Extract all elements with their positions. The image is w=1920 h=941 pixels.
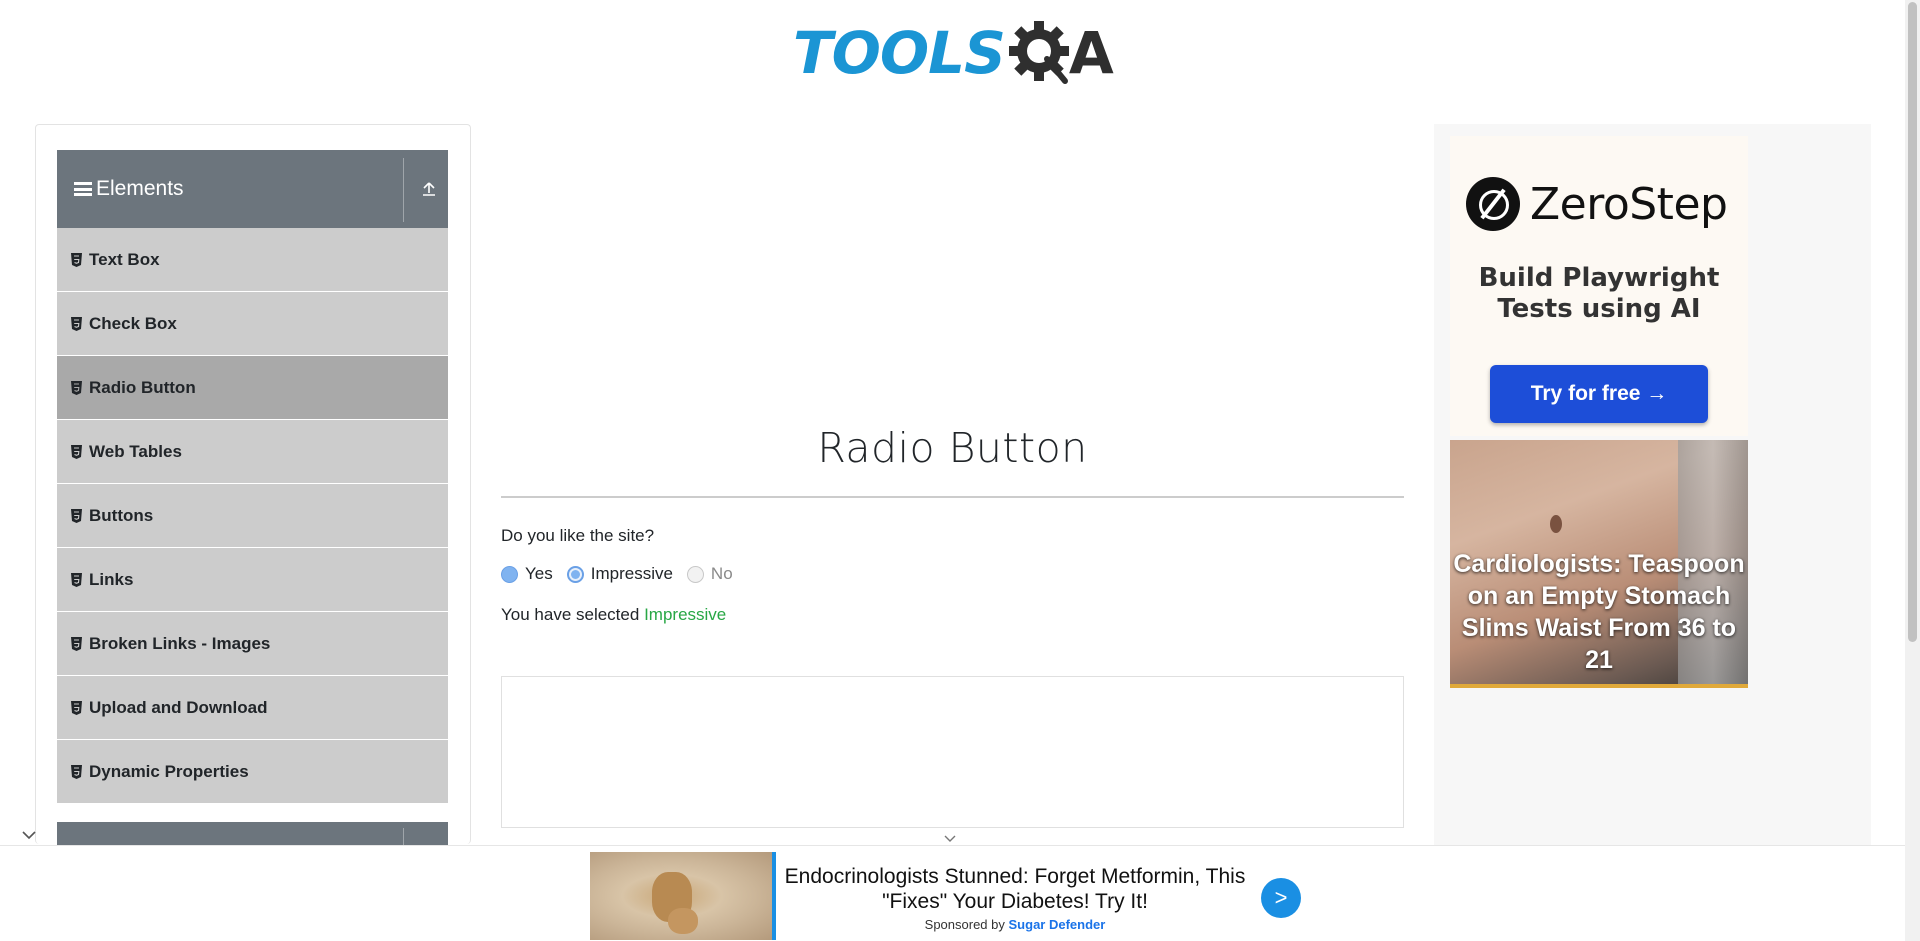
bottom-ad-accent xyxy=(772,852,776,940)
sidebar-item-web-tables[interactable]: Web Tables xyxy=(57,420,448,484)
question-text: Do you like the site? xyxy=(501,526,655,545)
right-advertisement: ZeroStep Build Playwright Tests using AI… xyxy=(1434,124,1871,846)
html5-icon xyxy=(71,700,82,715)
result-prefix: You have selected xyxy=(501,605,640,624)
ad-image-detail xyxy=(668,908,698,934)
logo-qa-text: A xyxy=(1068,19,1114,87)
scrollbar-thumb[interactable] xyxy=(1908,2,1917,642)
header-divider xyxy=(403,158,404,222)
elements-menu-list: Text Box Check Box Radio Button Web Tabl… xyxy=(57,228,448,804)
radio-yes[interactable]: Yes xyxy=(501,564,553,584)
html5-icon xyxy=(71,636,82,651)
left-sidebar: Elements Text Box Check Box Radio Button… xyxy=(35,124,471,845)
sponsor-link[interactable]: Sugar Defender xyxy=(1009,917,1106,932)
sidebar-item-dynamic-properties[interactable]: Dynamic Properties xyxy=(57,740,448,804)
sidebar-item-check-box[interactable]: Check Box xyxy=(57,292,448,356)
sidebar-item-label: Text Box xyxy=(89,249,160,269)
html5-icon xyxy=(71,252,82,267)
zerostep-brand: ZeroStep xyxy=(1530,178,1728,230)
try-for-free-button[interactable]: Try for free → xyxy=(1490,365,1708,423)
zerostep-logo: ZeroStep xyxy=(1466,177,1728,231)
radio-group: Yes Impressive No xyxy=(501,564,747,584)
result-value: Impressive xyxy=(644,605,727,624)
radio-impressive-circle[interactable] xyxy=(566,565,584,583)
html5-icon xyxy=(71,508,82,523)
sidebar-item-label: Upload and Download xyxy=(89,697,268,717)
html5-icon xyxy=(71,764,82,779)
sidebar-item-label: Web Tables xyxy=(89,441,182,461)
bottom-ad-sponsor-line: Sponsored by Sugar Defender xyxy=(780,917,1250,932)
ad-image-detail xyxy=(1550,515,1562,533)
page-scrollbar[interactable] xyxy=(1905,0,1920,941)
bottom-ad-bar: Endocrinologists Stunned: Forget Metform… xyxy=(0,845,1905,941)
header-divider xyxy=(403,828,404,845)
sidebar-item-broken-links[interactable]: Broken Links - Images xyxy=(57,612,448,676)
sidebar-item-label: Radio Button xyxy=(89,377,196,397)
zerostep-ad[interactable]: ZeroStep Build Playwright Tests using AI… xyxy=(1450,136,1748,436)
tagline-line-2: Tests using AI xyxy=(1497,294,1701,324)
html5-icon xyxy=(71,572,82,587)
radio-impressive-label[interactable]: Impressive xyxy=(591,564,673,584)
sidebar-item-label: Dynamic Properties xyxy=(89,761,249,781)
sidebar-item-upload-download[interactable]: Upload and Download xyxy=(57,676,448,740)
zerostep-tagline: Build Playwright Tests using AI xyxy=(1450,263,1748,325)
title-divider xyxy=(501,496,1404,498)
radio-yes-circle[interactable] xyxy=(501,565,518,583)
toolsqa-logo[interactable]: TOOLS A xyxy=(793,16,1114,90)
radio-no-circle xyxy=(686,565,704,583)
cardiologists-ad[interactable]: Cardiologists: Teaspoon on an Empty Stom… xyxy=(1450,440,1748,688)
bottom-ad-image[interactable] xyxy=(590,852,772,940)
hamburger-icon xyxy=(74,182,92,196)
sponsored-prefix: Sponsored by xyxy=(924,917,1005,932)
sidebar-item-label: Links xyxy=(89,569,134,589)
logo-tools-text: TOOLS xyxy=(793,19,1006,87)
next-group-header[interactable] xyxy=(57,822,448,845)
tagline-line-1: Build Playwright xyxy=(1478,263,1720,293)
ad-placeholder xyxy=(501,676,1404,828)
radio-no-label: No xyxy=(710,564,733,583)
sidebar-item-links[interactable]: Links xyxy=(57,548,448,612)
sidebar-item-label: Check Box xyxy=(89,313,177,333)
site-header: TOOLS A xyxy=(0,0,1905,110)
page-title: Radio Button xyxy=(817,424,1088,472)
html5-icon xyxy=(71,316,82,331)
radio-yes-label[interactable]: Yes xyxy=(525,564,553,584)
zerostep-logo-icon xyxy=(1466,177,1520,231)
sidebar-item-radio-button[interactable]: Radio Button xyxy=(57,356,448,420)
elements-group-header[interactable]: Elements xyxy=(57,150,448,228)
bottom-ad-headline[interactable]: Endocrinologists Stunned: Forget Metform… xyxy=(780,864,1250,914)
radio-no: No xyxy=(686,564,733,584)
html5-icon xyxy=(71,380,82,395)
chevron-down-icon[interactable] xyxy=(18,826,40,844)
radio-impressive[interactable]: Impressive xyxy=(566,564,673,584)
sidebar-item-label: Broken Links - Images xyxy=(89,633,271,653)
sidebar-item-buttons[interactable]: Buttons xyxy=(57,484,448,548)
upload-arrow-icon[interactable] xyxy=(420,180,438,198)
chevron-down-icon[interactable] xyxy=(942,834,958,844)
selection-result: You have selected Impressive xyxy=(501,605,726,625)
cardiologists-ad-text: Cardiologists: Teaspoon on an Empty Stom… xyxy=(1453,550,1745,674)
bottom-ad-go-button[interactable]: > xyxy=(1261,878,1301,918)
html5-icon xyxy=(71,444,82,459)
gear-icon xyxy=(1008,21,1069,84)
sidebar-item-label: Buttons xyxy=(89,505,154,525)
sidebar-item-text-box[interactable]: Text Box xyxy=(57,228,448,292)
group-title: Elements xyxy=(96,177,184,200)
